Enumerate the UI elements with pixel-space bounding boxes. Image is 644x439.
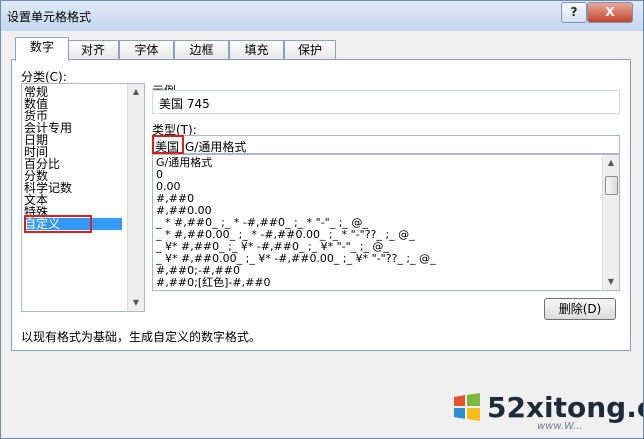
format-item[interactable]: #,##0 — [156, 193, 194, 204]
category-scrollbar[interactable]: ▲ ▼ — [127, 84, 144, 311]
watermark-brand: 52xitong.com — [487, 391, 643, 424]
format-item[interactable]: _ * #,##0.00_ ;_ * -#,##0.00_ ;_ * "-"??… — [156, 229, 415, 240]
close-button[interactable]: X — [587, 2, 633, 23]
format-item[interactable]: #,##0;-#,##0 — [156, 265, 240, 276]
format-item[interactable]: _ ¥* #,##0_ ;_ ¥* -#,##0_ ;_ ¥* "-"_ ;_ … — [156, 241, 389, 252]
sample-box: 美国 745 — [152, 90, 620, 114]
title-bar: 设置单元格格式 ? X — [1, 1, 643, 31]
window-title: 设置单元格格式 — [7, 10, 92, 24]
format-item[interactable]: #,##0.00 — [156, 205, 212, 216]
number-tab-panel: 分类(C): 常规 数值 货币 会计专用 日期 时间 百分比 分数 科学记数 文… — [11, 59, 631, 351]
watermark-sub: www.W... — [537, 421, 583, 432]
type-input[interactable]: 美国 G/通用格式 — [152, 135, 620, 154]
format-item[interactable]: #,##0;[红色]-#,##0 — [156, 277, 271, 288]
highlight-box-type — [152, 135, 184, 154]
delete-button[interactable]: 删除(D) — [544, 298, 616, 320]
tab-border[interactable]: 边框 — [174, 40, 229, 60]
scroll-thumb[interactable] — [605, 176, 618, 195]
type-input-value: G/通用格式 — [185, 140, 247, 154]
scroll-up-icon[interactable]: ▲ — [128, 84, 144, 100]
scroll-down-icon[interactable]: ▼ — [128, 295, 144, 311]
format-item[interactable]: _ ¥* #,##0.00_ ;_ ¥* -#,##0.00_ ;_ ¥* "-… — [156, 253, 436, 264]
highlight-box-category — [24, 215, 92, 233]
tab-font[interactable]: 字体 — [119, 40, 174, 60]
tab-protection[interactable]: 保护 — [284, 40, 336, 60]
format-item[interactable]: G/通用格式 — [156, 157, 212, 168]
description-text: 以现有格式为基础，生成自定义的数字格式。 — [21, 330, 262, 344]
format-list-scrollbar[interactable]: ▲ ▼ — [602, 155, 619, 290]
format-item[interactable]: 0.00 — [156, 181, 181, 192]
format-cells-dialog: 设置单元格格式 ? X 数字 对齐 字体 边框 填充 保护 分类(C): 常规 … — [0, 0, 644, 439]
sample-value: 美国 745 — [159, 97, 210, 111]
format-item[interactable]: 0 — [156, 169, 163, 180]
category-list[interactable]: 常规 数值 货币 会计专用 日期 时间 百分比 分数 科学记数 文本 特殊 自定… — [21, 83, 145, 312]
tab-fill[interactable]: 填充 — [229, 40, 284, 60]
help-button[interactable]: ? — [561, 2, 587, 23]
scroll-up-icon[interactable]: ▲ — [603, 155, 619, 171]
format-list[interactable]: G/通用格式 0 0.00 #,##0 #,##0.00 _ * #,##0_ … — [152, 154, 620, 291]
tab-number[interactable]: 数字 — [15, 37, 69, 61]
tab-alignment[interactable]: 对齐 — [67, 40, 119, 60]
scroll-down-icon[interactable]: ▼ — [603, 274, 619, 290]
windows-logo-icon — [454, 393, 480, 421]
format-item[interactable]: _ * #,##0_ ;_ * -#,##0_ ;_ * "-"_ ;_ @_ — [156, 217, 368, 228]
